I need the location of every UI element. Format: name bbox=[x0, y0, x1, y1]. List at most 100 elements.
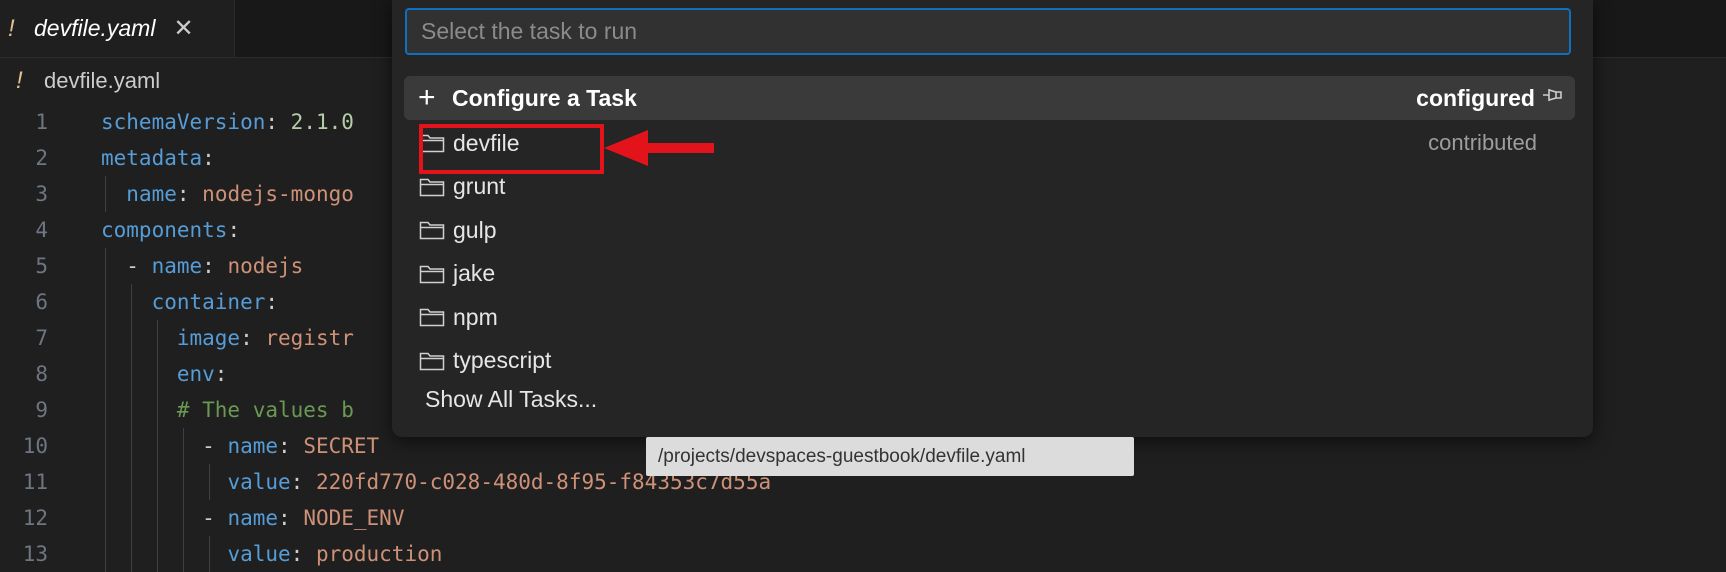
line-number: 6 bbox=[35, 290, 48, 314]
task-item-typescript[interactable]: typescript bbox=[404, 339, 1575, 383]
task-search-input[interactable] bbox=[407, 10, 1569, 53]
code-text: metadata: bbox=[101, 140, 215, 176]
folder-icon bbox=[419, 351, 447, 371]
code-token: NODE_ENV bbox=[303, 506, 405, 530]
code-token: value bbox=[227, 470, 291, 494]
code-token: name bbox=[151, 254, 203, 278]
line-number: 1 bbox=[35, 110, 48, 134]
indent-guide bbox=[131, 464, 132, 500]
group-label-configured: configured bbox=[1416, 84, 1535, 111]
code-token: : bbox=[227, 218, 241, 242]
folder-icon bbox=[419, 307, 447, 327]
indent-guide bbox=[157, 428, 158, 464]
folder-icon bbox=[419, 177, 447, 197]
code-token: : bbox=[176, 182, 203, 206]
line-number: 7 bbox=[35, 326, 48, 350]
configure-task-label: Configure a Task bbox=[452, 84, 637, 111]
line-number: 8 bbox=[35, 362, 48, 386]
code-text: container: bbox=[101, 284, 278, 320]
tab-devfile-yaml[interactable]: ! devfile.yaml ✕ bbox=[0, 0, 235, 57]
code-text: - name: nodejs bbox=[101, 248, 303, 284]
code-text: - name: NODE_ENV bbox=[101, 500, 404, 536]
indent-guide bbox=[105, 392, 106, 428]
code-token: name bbox=[227, 506, 279, 530]
indent-guide bbox=[183, 428, 184, 464]
indent-guide bbox=[131, 536, 132, 572]
code-token: - bbox=[101, 506, 228, 530]
code-token: : bbox=[290, 470, 316, 494]
breadcrumb-item-file[interactable]: devfile.yaml bbox=[44, 68, 160, 94]
code-token: : bbox=[265, 290, 279, 314]
code-token: value bbox=[227, 542, 291, 566]
code-token: : bbox=[265, 110, 291, 134]
indent-guide bbox=[131, 428, 132, 464]
code-token: nodejs bbox=[227, 254, 304, 278]
task-description: contributed bbox=[1428, 130, 1537, 155]
code-text: # The values b bbox=[101, 392, 354, 428]
task-label: typescript bbox=[453, 347, 552, 373]
pin-icon[interactable] bbox=[1541, 85, 1563, 111]
code-token: registr bbox=[265, 326, 354, 350]
indent-guide bbox=[157, 464, 158, 500]
highlight-box bbox=[419, 124, 604, 174]
indent-guide bbox=[131, 392, 132, 428]
code-token: env bbox=[176, 362, 215, 386]
indent-guide bbox=[209, 536, 210, 572]
indent-guide bbox=[105, 248, 106, 284]
code-token: : bbox=[240, 326, 266, 350]
indent-guide bbox=[105, 320, 106, 356]
task-item-gulp[interactable]: gulp bbox=[404, 208, 1575, 252]
indent-guide bbox=[183, 536, 184, 572]
line-number: 13 bbox=[22, 542, 48, 566]
line-number: 9 bbox=[35, 398, 48, 422]
code-text: components: bbox=[101, 212, 240, 248]
code-text: schemaVersion: 2.1.0 bbox=[101, 104, 354, 140]
code-token: : bbox=[214, 362, 228, 386]
configure-task-item[interactable]: + Configure a Task configured bbox=[404, 76, 1575, 120]
indent-guide bbox=[131, 320, 132, 356]
code-token: : bbox=[290, 542, 316, 566]
file-path-tooltip: /projects/devspaces-guestbook/devfile.ya… bbox=[646, 437, 1134, 476]
close-icon[interactable]: ✕ bbox=[173, 14, 193, 43]
code-token: metadata bbox=[101, 146, 203, 170]
indent-guide bbox=[131, 356, 132, 392]
indent-guide bbox=[157, 356, 158, 392]
code-token: name bbox=[126, 182, 177, 206]
quick-pick-input-box bbox=[405, 8, 1571, 55]
code-token: 2.1.0 bbox=[290, 110, 354, 134]
indent-guide bbox=[131, 284, 132, 320]
indent-guide bbox=[105, 356, 106, 392]
code-text: env: bbox=[101, 356, 228, 392]
code-token: name bbox=[227, 434, 279, 458]
task-label: gulp bbox=[453, 216, 497, 243]
code-token: : bbox=[202, 146, 215, 170]
line-number: 10 bbox=[22, 434, 48, 458]
breadcrumb: ! devfile.yaml bbox=[0, 63, 160, 99]
folder-icon bbox=[419, 220, 447, 240]
plus-icon: + bbox=[418, 81, 436, 114]
code-token: nodejs-mongo bbox=[202, 182, 354, 206]
code-token: image bbox=[176, 326, 241, 350]
task-item-jake[interactable]: jake bbox=[404, 252, 1575, 296]
line-number: 11 bbox=[22, 470, 48, 494]
task-label: jake bbox=[453, 260, 496, 286]
code-token: : bbox=[202, 254, 228, 278]
code-token: container bbox=[151, 290, 266, 314]
task-label: npm bbox=[453, 303, 498, 330]
indent-guide bbox=[183, 500, 184, 536]
task-item-npm[interactable]: npm bbox=[404, 295, 1575, 339]
show-all-tasks-item[interactable]: Show All Tasks... bbox=[425, 386, 597, 413]
indent-guide bbox=[183, 464, 184, 500]
code-token: components bbox=[101, 218, 228, 242]
code-token: : bbox=[278, 506, 304, 530]
line-number: 2 bbox=[35, 146, 48, 170]
indent-guide bbox=[157, 320, 158, 356]
line-number: 3 bbox=[35, 182, 48, 206]
code-token: - bbox=[101, 254, 152, 278]
line-number: 5 bbox=[35, 254, 48, 278]
code-text: value: production bbox=[101, 536, 442, 572]
indent-guide bbox=[105, 176, 106, 212]
